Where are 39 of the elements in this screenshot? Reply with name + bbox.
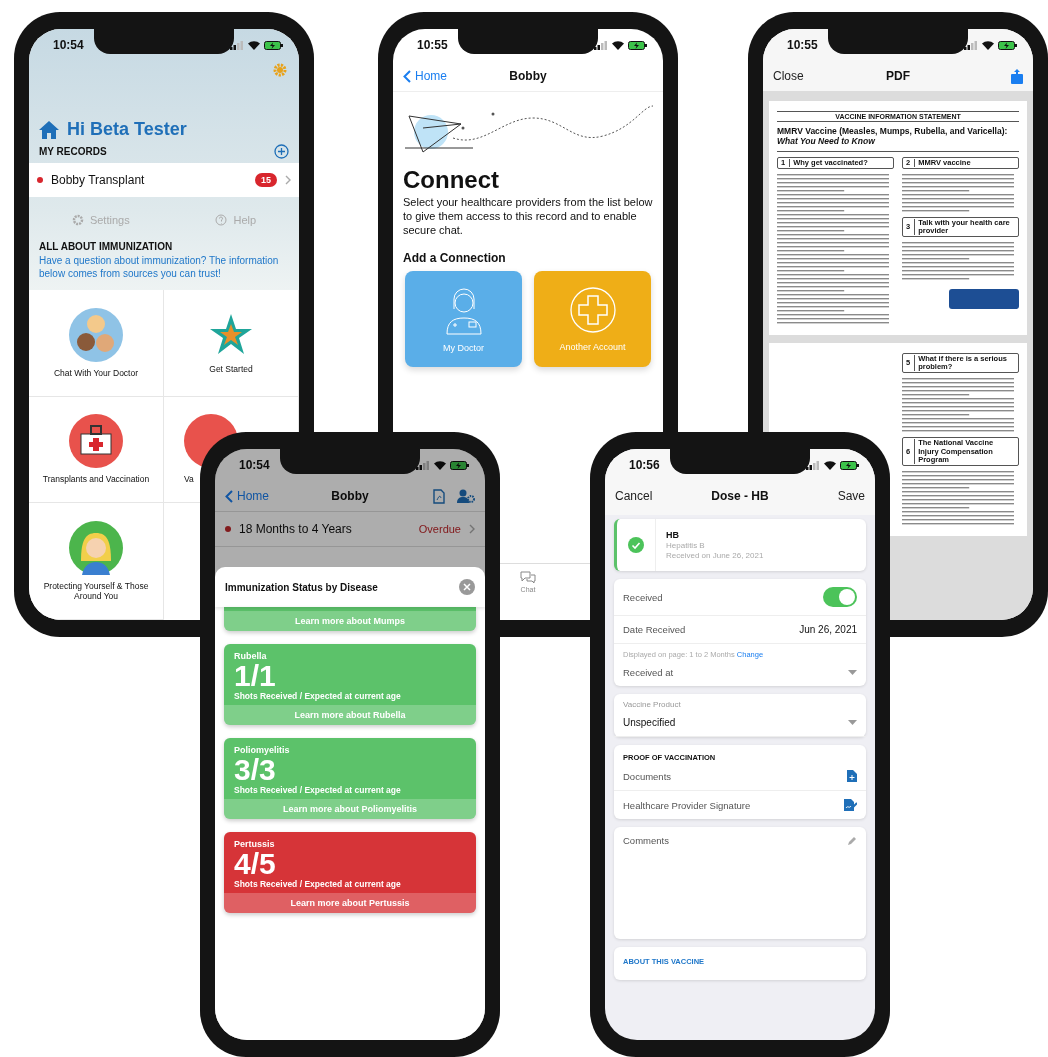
- disease-name: Rubella: [234, 651, 268, 661]
- status-time: 10:55: [417, 38, 448, 52]
- nav-title: PDF: [886, 69, 910, 83]
- info-text: Have a question about immunization? The information below comes from sources you can trust!: [38, 254, 280, 280]
- description-text: Select your healthcare providers from the list below to give them access to this record and to enable secure chat.: [402, 195, 654, 238]
- greeting: Hi Beta Tester: [67, 119, 187, 140]
- status-time: 10:54: [53, 38, 84, 52]
- field-label: Date Received: [623, 624, 686, 635]
- nav-title: Dose - HB: [711, 489, 769, 503]
- count-badge: 15: [255, 173, 277, 187]
- field-label: Comments: [623, 835, 669, 846]
- vaccine-code: HB: [666, 530, 680, 540]
- disease-name: Pertussis: [234, 839, 276, 849]
- count-caption: Shots Received / Expected at current age: [234, 691, 402, 701]
- shot-count: 4/5: [234, 849, 277, 879]
- received-date-text: Received on June 26, 2021: [666, 551, 764, 560]
- proof-item: Healthcare Provider Signature: [623, 799, 751, 811]
- sheet-title: Immunization Status by Disease: [225, 581, 378, 593]
- section-heading: Add a Connection: [402, 250, 507, 268]
- record-name: Bobby Transplant: [51, 173, 146, 187]
- count-caption: Shots Received / Expected at current age: [234, 785, 402, 795]
- section-heading: MY RECORDS: [39, 146, 107, 157]
- page-heading: Connect: [402, 165, 500, 194]
- section-heading: ALL ABOUT IMMUNIZATION: [38, 241, 174, 252]
- count-caption: Shots Received / Expected at current age: [234, 879, 402, 889]
- field-label: Received: [623, 591, 663, 603]
- nav-title: Bobby: [331, 489, 369, 503]
- status-time: 10:54: [239, 458, 270, 472]
- shot-count: 1/1: [234, 661, 277, 691]
- nav-title: Bobby: [509, 69, 547, 83]
- status-time: 10:55: [787, 38, 818, 52]
- status-time: 10:56: [629, 458, 660, 472]
- document-title: MMRV Vaccine (Measles, Mumps, Rubella, and Varicella): What You Need to Know: [777, 127, 1019, 152]
- field-label: Vaccine Product: [622, 699, 682, 709]
- proof-item: Documents: [623, 770, 672, 782]
- vaccine-name: Hepatitis B: [666, 541, 706, 550]
- disease-name: Poliomyelitis: [234, 745, 291, 755]
- shot-count: 3/3: [234, 755, 276, 785]
- status-label: Overdue: [418, 523, 461, 535]
